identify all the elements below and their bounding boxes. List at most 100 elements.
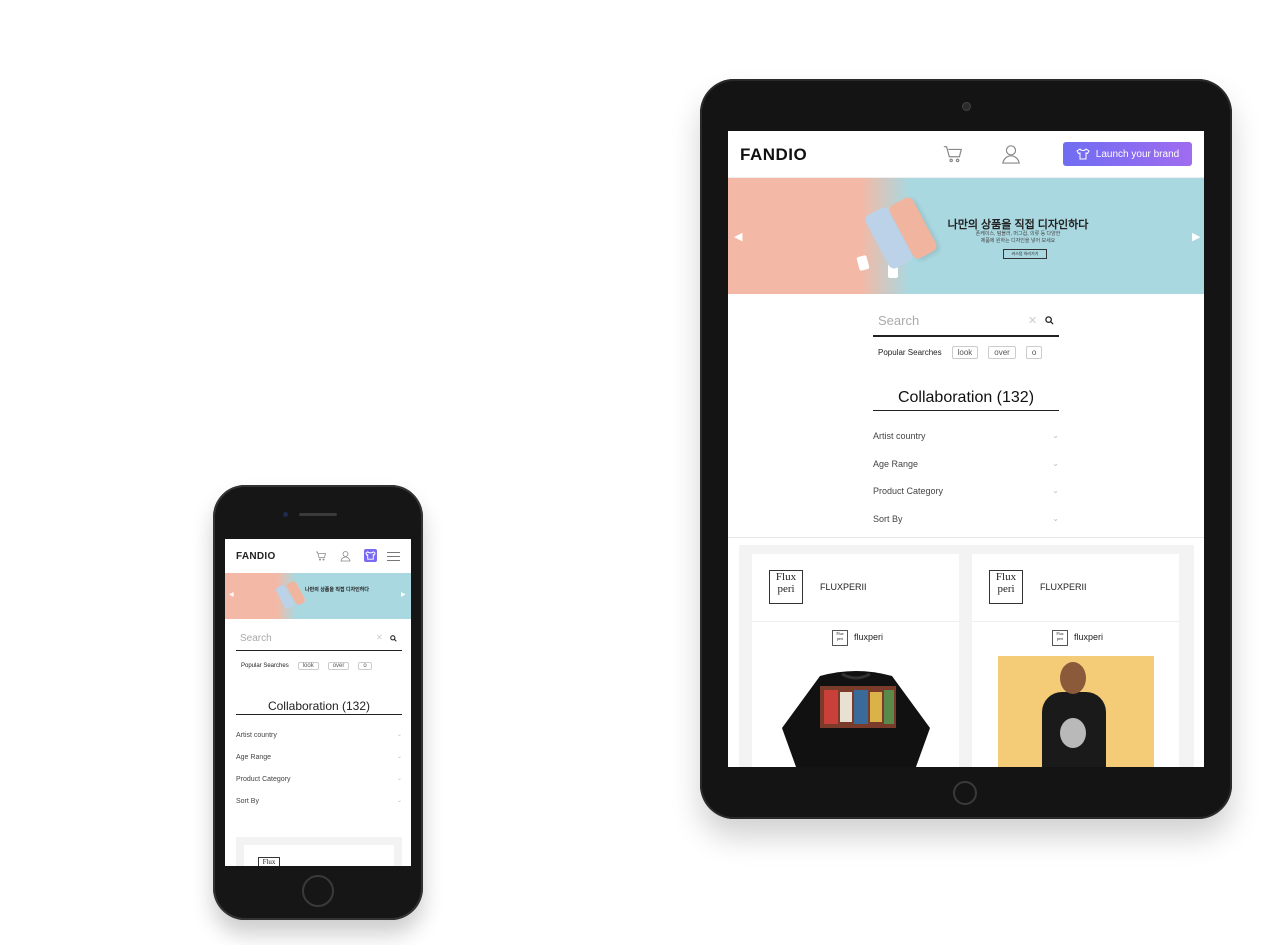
card-artist-row: Flux peri fluxperi [972,622,1179,656]
filter-list: Artist country ⌄ Age Range ⌄ Product Cat… [236,732,402,820]
search-placeholder: Search [240,633,272,644]
brand-logo: Flux peri [258,857,280,866]
brand-name[interactable]: FLUXPERII [1040,582,1087,592]
filter-age-range[interactable]: Age Range ⌄ [873,459,1059,487]
divider [728,537,1204,538]
artist-name[interactable]: fluxperi [854,632,883,642]
popular-chip-o[interactable]: o [358,662,372,670]
filter-list: Artist country ⌄ Age Range ⌄ Product Cat… [873,431,1059,541]
site-header: FANDIO Launch your brand [728,131,1204,178]
popular-chip-look[interactable]: look [297,662,319,670]
banner-prev-arrow-icon[interactable]: ◀ [734,230,742,243]
filter-label: Age Range [236,754,272,761]
filter-product-category[interactable]: Product Category ⌄ [873,486,1059,514]
search-placeholder: Search [878,313,920,328]
tablet-device: FANDIO Launch your brand 나만의 상품을 직접 디자인하… [700,79,1232,819]
shirt-print [1060,718,1086,748]
cart-icon[interactable] [942,143,964,165]
artist-name[interactable]: fluxperi [1074,632,1103,642]
user-icon[interactable] [340,550,351,562]
card-brand-row: Flux peri FLUXPERII [972,554,1179,622]
model-head [1060,662,1086,694]
site-header: FANDIO [225,539,411,573]
chevron-down-icon: ⌄ [1052,486,1059,495]
filter-artist-country[interactable]: Artist country ⌄ [873,431,1059,459]
tshirt-icon [1076,148,1090,160]
filter-product-category[interactable]: Product Category ⌄ [236,776,402,798]
popular-chip-over[interactable]: over [988,346,1016,359]
chevron-down-icon: ⌄ [1052,431,1059,440]
popular-searches: Popular Searches look over o [878,346,1043,359]
collaboration-grid: Flux peri [236,837,402,866]
phone-screen: FANDIO 나만의 상품을 직접 디자인하다 ◀ ▶ Search ✕ Pop… [225,539,411,866]
chevron-down-icon: ⌄ [396,776,402,782]
price-tag [856,254,870,272]
popular-chip-o[interactable]: o [1025,346,1043,359]
popular-searches-label: Popular Searches [878,348,942,357]
popular-searches: Popular Searches look over o [241,662,372,670]
phone-speaker [299,513,337,516]
search-icon[interactable] [390,635,397,642]
collaboration-card[interactable]: Flux peri FLUXPERII Flux peri fluxperi [752,554,959,767]
brand-logo: Flux peri [769,570,803,604]
section-title: Collaboration (132) [236,699,402,715]
filter-label: Product Category [236,776,291,783]
filter-age-range[interactable]: Age Range ⌄ [236,754,402,776]
filter-artist-country[interactable]: Artist country ⌄ [236,732,402,754]
hamburger-menu-icon[interactable] [387,552,400,564]
chevron-down-icon: ⌄ [396,732,402,738]
popular-chip-over[interactable]: over [327,662,350,670]
artist-logo: Flux peri [1052,630,1068,646]
hero-banner[interactable]: 나만의 상품을 직접 디자인하다 폰케이스, 텀블러, 머그컵, 의류 등 다양… [728,178,1204,294]
brand-name[interactable]: FLUXPERII [820,582,867,592]
chevron-down-icon: ⌄ [396,798,402,804]
banner-next-arrow-icon[interactable]: ▶ [1192,230,1200,243]
tablet-home-button [953,781,977,805]
banner-next-arrow-icon[interactable]: ▶ [401,591,406,598]
popular-chip-look[interactable]: look [951,346,979,359]
popular-searches-label: Popular Searches [241,663,289,669]
user-icon[interactable] [1001,143,1021,165]
collaboration-card[interactable]: Flux peri FLUXPERII Flux peri fluxperi [972,554,1179,767]
product-image[interactable] [780,668,932,767]
filter-label: Artist country [873,431,926,441]
phone-home-button [302,875,334,907]
fandio-logo[interactable]: FANDIO [236,551,276,562]
cart-icon[interactable] [315,550,327,562]
banner-headline: 나만의 상품을 직접 디자인하다 [305,587,369,593]
collaboration-card[interactable]: Flux peri [244,845,394,866]
filter-label: Product Category [873,486,944,496]
search-input[interactable]: Search ✕ [873,311,1059,337]
filter-label: Sort By [873,513,903,524]
fandio-logo[interactable]: FANDIO [740,145,807,165]
filter-sort-by[interactable]: Sort By ⌄ [236,798,402,820]
hero-banner[interactable]: 나만의 상품을 직접 디자인하다 ◀ ▶ [225,573,411,619]
clear-search-icon[interactable]: ✕ [376,633,383,642]
chevron-down-icon: ⌄ [396,754,402,760]
chevron-down-icon: ⌄ [1052,458,1059,468]
search-input[interactable]: Search ✕ [236,632,402,651]
phone-device: FANDIO 나만의 상품을 직접 디자인하다 ◀ ▶ Search ✕ Pop… [213,485,423,920]
product-image[interactable] [998,656,1154,767]
filter-label: Age Range [873,458,919,469]
banner-headline: 나만의 상품을 직접 디자인하다 [947,219,1089,231]
chevron-down-icon: ⌄ [1052,513,1059,523]
filter-label: Artist country [236,732,277,739]
launch-brand-button[interactable]: Launch your brand [1063,142,1192,166]
section-title: Collaboration (132) [873,389,1059,411]
phone-camera [283,512,288,517]
banner-cta-button[interactable]: 커스텀 하러가기 [1003,249,1047,259]
filter-label: Sort By [236,798,259,805]
launch-brand-tshirt-icon[interactable] [364,549,377,562]
banner-subtext: 폰케이스, 텀블러, 머그컵, 의류 등 다양한 제품에 원하는 디자인을 넣어… [975,231,1061,244]
clear-search-icon[interactable]: ✕ [1028,314,1037,327]
tablet-screen: FANDIO Launch your brand 나만의 상품을 직접 디자인하… [728,131,1204,767]
collaboration-grid: Flux peri FLUXPERII Flux peri fluxperi F… [739,545,1194,767]
banner-prev-arrow-icon[interactable]: ◀ [229,591,234,598]
card-artist-row: Flux peri fluxperi [752,622,959,656]
launch-brand-label: Launch your brand [1095,148,1180,160]
search-icon[interactable] [1045,316,1054,325]
tablet-camera [962,102,971,111]
brand-logo: Flux peri [989,570,1023,604]
card-brand-row: Flux peri FLUXPERII [752,554,959,622]
